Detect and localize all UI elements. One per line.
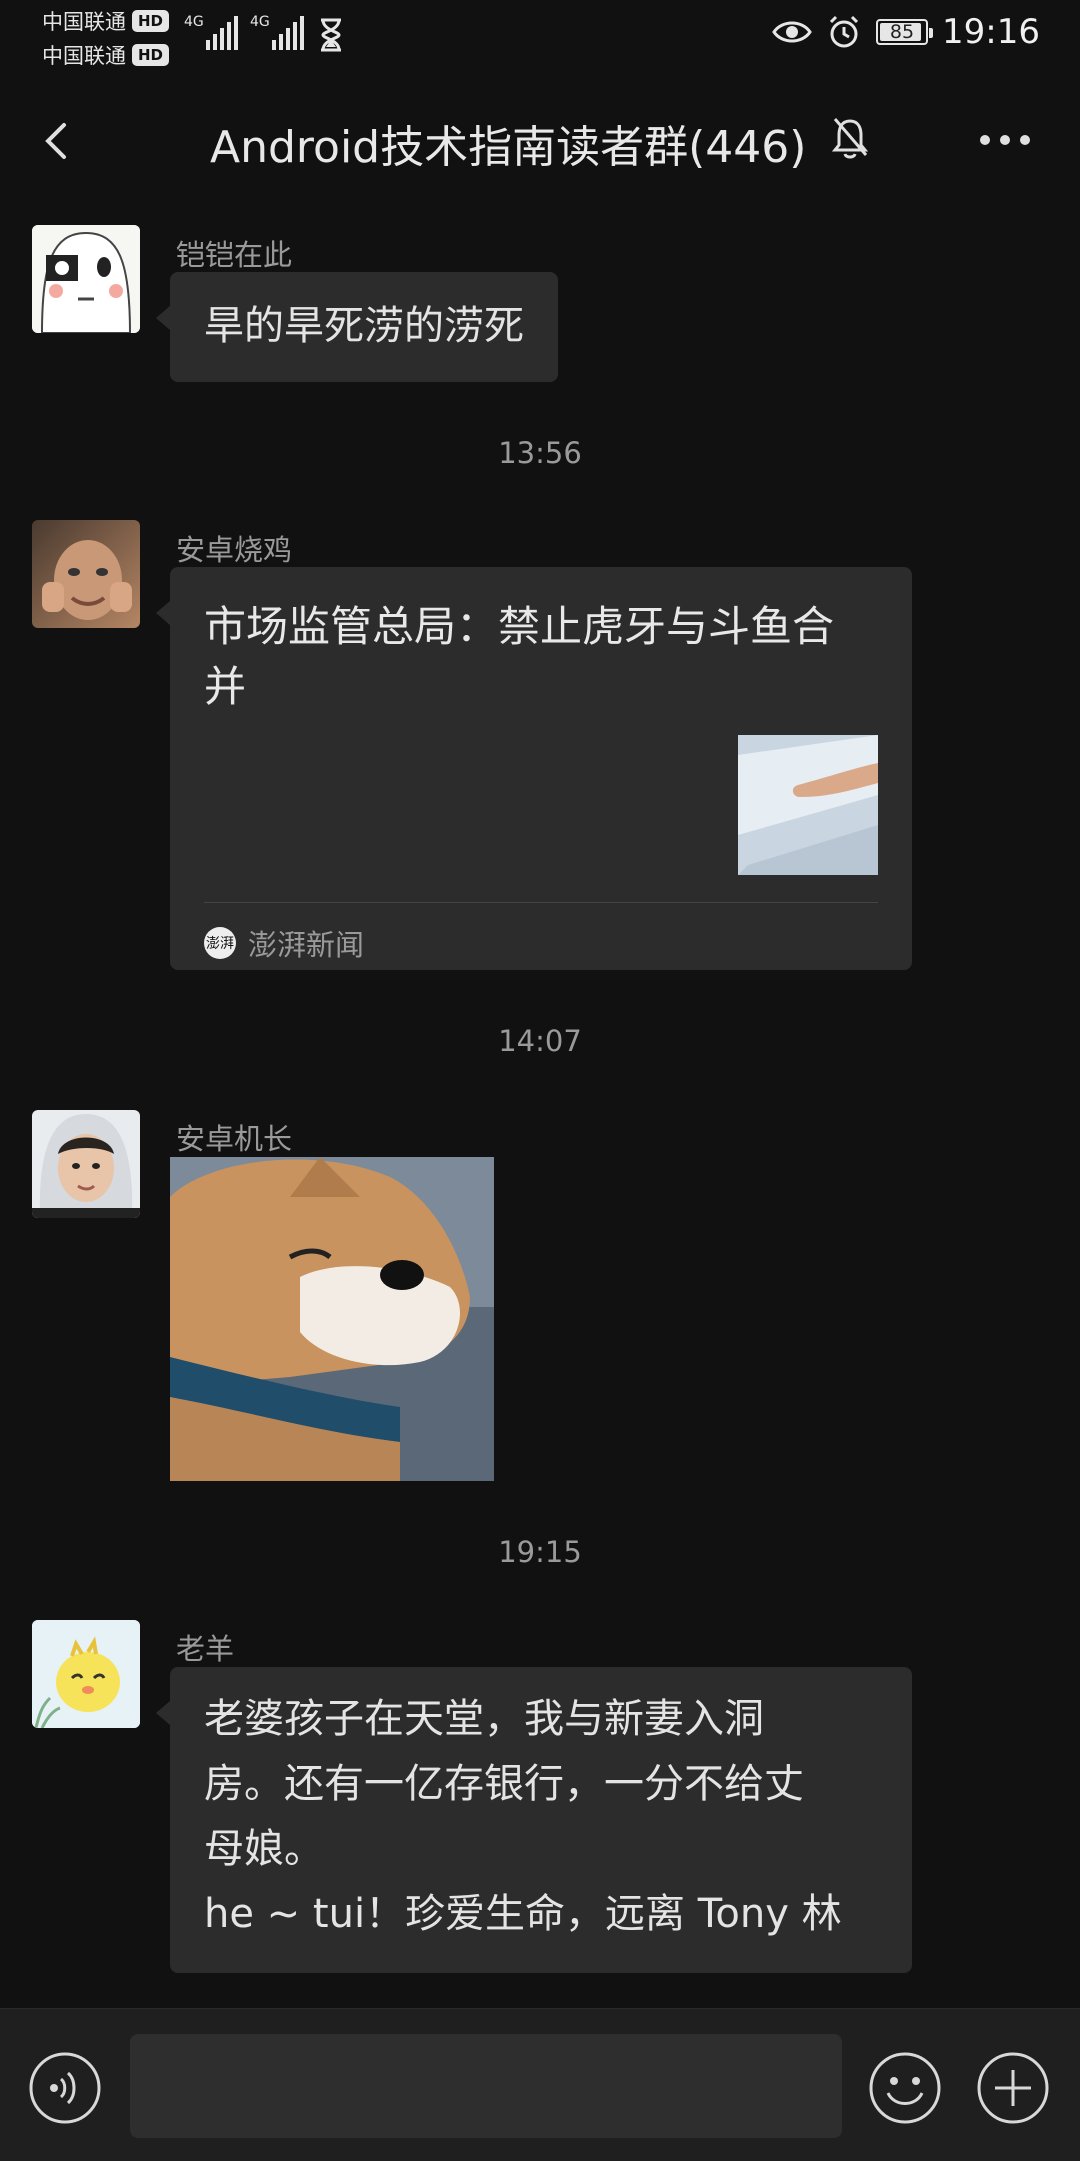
avatar-cartoon-image: [32, 225, 140, 333]
hourglass-icon: [321, 18, 341, 52]
link-card-divider: [204, 902, 878, 903]
avatar-photo-image: [32, 520, 140, 628]
input-bar: [0, 2008, 1080, 2161]
status-time: 19:16: [942, 12, 1040, 52]
network-type-2: 4G: [250, 14, 270, 30]
alarm-icon: [829, 15, 859, 48]
message-bubble[interactable]: 旱的旱死涝的涝死: [156, 272, 558, 382]
carrier-1: 中国联通 HD: [42, 6, 170, 36]
avatar-cartoon-image: [32, 1620, 140, 1728]
link-card-source: 澎湃 澎湃新闻: [204, 922, 364, 964]
chat-title: Android技术指南读者群(446): [210, 122, 807, 173]
status-bar: 中国联通 HD 中国联通 HD 4G 4G 85 19:16: [0, 0, 1080, 75]
avatar[interactable]: [32, 1110, 140, 1218]
mute-bell-icon: [831, 118, 869, 159]
shiba-dog-sticker-image: [170, 1157, 494, 1481]
battery-icon: 85: [876, 19, 934, 45]
avatar[interactable]: [32, 520, 140, 628]
signal-icon-1: 4G: [184, 14, 241, 50]
hd-badge-1: HD: [132, 10, 170, 32]
back-button[interactable]: [30, 113, 86, 169]
message-input[interactable]: [130, 2034, 842, 2138]
time-divider: 19:15: [498, 1535, 582, 1569]
link-card-thumbnail: [738, 735, 878, 875]
avatar-photo-image: [32, 1110, 140, 1218]
sender-name: 铠铠在此: [176, 238, 293, 272]
sender-name: 老羊: [176, 1632, 235, 1666]
status-right-group: 85 19:16: [772, 12, 1040, 52]
title-bar: Android技术指南读者群(446): [0, 95, 1080, 185]
avatar[interactable]: [32, 225, 140, 333]
network-type-1: 4G: [184, 14, 204, 30]
time-divider: 14:07: [498, 1024, 582, 1058]
battery-level: 85: [889, 21, 915, 43]
source-name: 澎湃新闻: [248, 928, 365, 962]
message-line: he ~ tui！珍爱生命，远离 Tony 林: [204, 1891, 842, 1937]
time-divider: 13:56: [498, 436, 582, 470]
message-bubble[interactable]: 老婆孩子在天堂，我与新妻入洞 房。还有一亿存银行，一分不给丈 母娘。 he ~ …: [156, 1667, 912, 1973]
message-text: 老婆孩子在天堂，我与新妻入洞 房。还有一亿存银行，一分不给丈 母娘。 he ~ …: [204, 1687, 878, 1947]
message-line: 老婆孩子在天堂，我与新妻入洞: [204, 1696, 764, 1742]
message-line: 母娘。: [204, 1826, 324, 1872]
carrier-2: 中国联通 HD: [42, 40, 170, 70]
source-logo-icon: 澎湃: [204, 927, 236, 959]
message-text: 旱的旱死涝的涝死: [204, 303, 524, 349]
emoji-button[interactable]: [868, 2051, 942, 2125]
carrier-1-label: 中国联通: [42, 10, 126, 34]
image-message[interactable]: [170, 1157, 494, 1481]
eye-icon: [772, 21, 812, 43]
signal-icon-2: 4G: [250, 14, 307, 50]
more-functions-plus-button[interactable]: [976, 2051, 1050, 2125]
link-card-title: 市场监管总局：禁止虎牙与斗鱼合并: [204, 602, 835, 711]
voice-input-button[interactable]: [28, 2051, 102, 2125]
carrier-2-label: 中国联通: [42, 44, 126, 68]
link-card[interactable]: 市场监管总局：禁止虎牙与斗鱼合并 澎湃 澎湃新闻: [156, 567, 912, 970]
sender-name: 安卓烧鸡: [176, 533, 293, 567]
message-line: 房。还有一亿存银行，一分不给丈: [204, 1761, 804, 1807]
hd-badge-2: HD: [132, 44, 170, 66]
avatar[interactable]: [32, 1620, 140, 1728]
more-options-button[interactable]: [975, 115, 1035, 165]
sender-name: 安卓机长: [176, 1122, 293, 1156]
